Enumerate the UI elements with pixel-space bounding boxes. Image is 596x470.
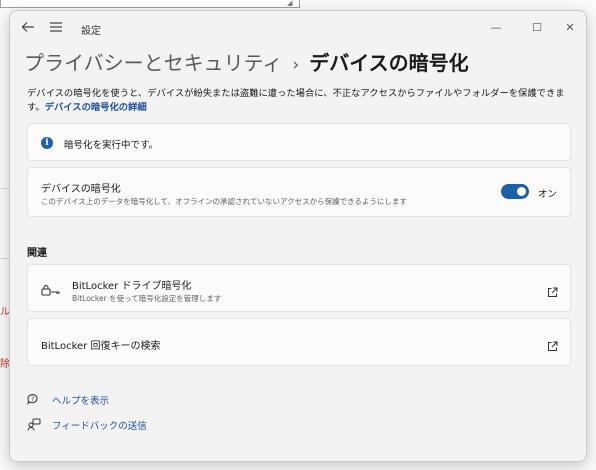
recovery-key-link-card[interactable]: BitLocker 回復キーの検索 <box>27 318 571 366</box>
title-bar: 設定 — ☐ ✕ <box>10 11 586 45</box>
maximize-button[interactable]: ☐ <box>520 17 554 39</box>
external-link-icon <box>547 337 558 351</box>
settings-window: 設定 — ☐ ✕ プライバシーとセキュリティ › デバイスの暗号化 デバイスの暗号化… <box>9 10 587 462</box>
info-icon: i <box>41 137 53 149</box>
resize-grip-icon: ◢ <box>287 0 293 7</box>
learn-more-link[interactable]: デバイスの暗号化の詳細 <box>45 102 147 113</box>
device-encryption-toggle[interactable] <box>501 184 529 199</box>
external-link-icon <box>547 283 558 297</box>
bitlocker-subtitle: BitLocker を使って暗号化設定を管理します <box>72 294 222 303</box>
breadcrumb-separator-icon: › <box>292 55 300 75</box>
page-title: デバイスの暗号化 <box>309 51 469 75</box>
close-button[interactable]: ✕ <box>553 17 586 39</box>
recovery-key-title: BitLocker 回復キーの検索 <box>41 341 161 352</box>
page-description: デバイスの暗号化を使うと、デバイスが紛失または盗難に遭った場合に、不正なアクセス… <box>27 87 575 114</box>
app-title: 設定 <box>81 26 101 37</box>
bitlocker-key-icon <box>41 282 61 296</box>
hamburger-icon[interactable] <box>48 20 64 36</box>
device-encryption-title: デバイスの暗号化 <box>41 184 121 195</box>
feedback-link-label: フィードバックの送信 <box>52 421 147 432</box>
help-link-label: ヘルプを表示 <box>52 396 110 407</box>
device-encryption-subtitle: このデバイス上のデータを暗号化して、オフラインの承認されていないアクセスから保護… <box>41 197 407 206</box>
toggle-state-label: オン <box>538 189 558 200</box>
svg-text:?: ? <box>31 396 34 403</box>
bitlocker-title: BitLocker ドライブ暗号化 <box>72 281 192 292</box>
background-text-box <box>0 0 300 8</box>
help-icon: ? <box>27 393 41 406</box>
back-arrow-icon[interactable] <box>20 20 36 36</box>
feedback-icon <box>27 418 41 431</box>
device-encryption-card: デバイスの暗号化 このデバイス上のデータを暗号化して、オフラインの承認されていな… <box>27 167 571 217</box>
breadcrumb-parent[interactable]: プライバシーとセキュリティ <box>24 51 282 75</box>
bitlocker-link-card[interactable]: BitLocker ドライブ暗号化 BitLocker を使って暗号化設定を管理… <box>27 264 571 312</box>
breadcrumb: プライバシーとセキュリティ › デバイスの暗号化 <box>24 47 469 76</box>
toggle-knob <box>517 187 526 196</box>
related-heading: 関連 <box>27 248 47 259</box>
status-message: 暗号化を実行中です。 <box>64 140 159 151</box>
status-card: i 暗号化を実行中です。 <box>27 123 571 161</box>
minimize-button[interactable]: — <box>479 17 513 39</box>
